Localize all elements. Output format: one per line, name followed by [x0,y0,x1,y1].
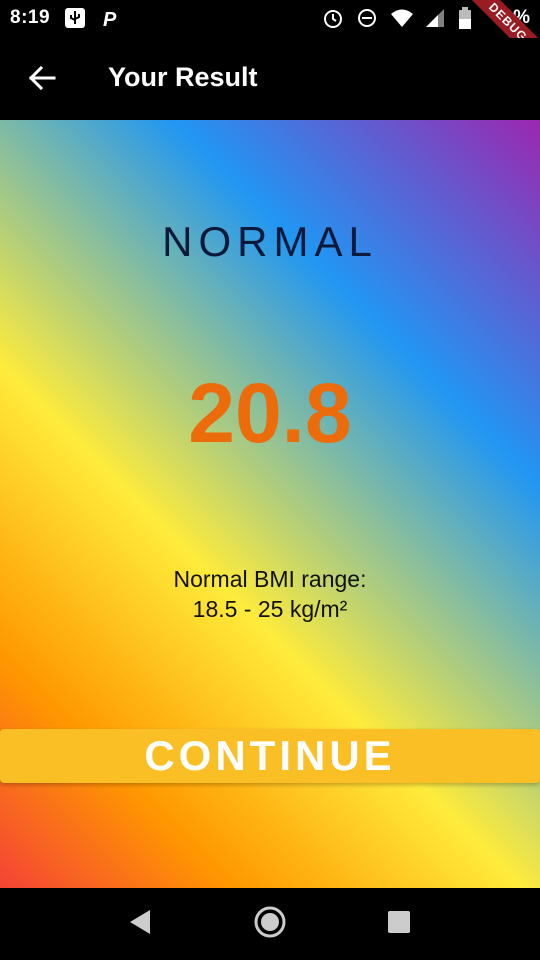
continue-label: CONTINUE [144,732,396,779]
arrow-back-icon [28,64,56,97]
status-left: 8:19 P [10,7,122,31]
parking-icon: P [100,7,122,31]
system-nav-bar [0,888,540,960]
status-time: 8:19 [10,7,51,28]
normal-range-value: 18.5 - 25 kg/m² [192,596,348,622]
back-triangle-icon [128,909,152,940]
nav-back-button[interactable] [122,906,158,942]
recents-square-icon [387,910,411,939]
app-bar: Your Result [0,38,540,120]
wifi-icon [390,7,413,29]
normal-range-title: Normal BMI range: [173,566,367,592]
result-category-label: NORMAL [162,218,378,265]
nav-home-button[interactable] [252,906,288,942]
alarm-icon [322,7,344,29]
nav-recents-button[interactable] [381,906,417,942]
usb-icon [64,7,86,29]
battery-icon [458,7,480,29]
signal-icon [424,7,446,29]
result-panel: NORMAL 20.8 Normal BMI range: 18.5 - 25 … [0,120,540,888]
home-circle-icon [254,906,286,943]
dnd-icon [356,7,378,29]
page-title: Your Result [108,62,258,92]
continue-button[interactable]: CONTINUE [0,729,540,783]
back-button[interactable] [22,60,62,100]
status-bar: 8:19 P 50% DEBUG [0,0,540,79]
svg-text:P: P [103,9,117,29]
bmi-value: 20.8 [188,366,352,460]
